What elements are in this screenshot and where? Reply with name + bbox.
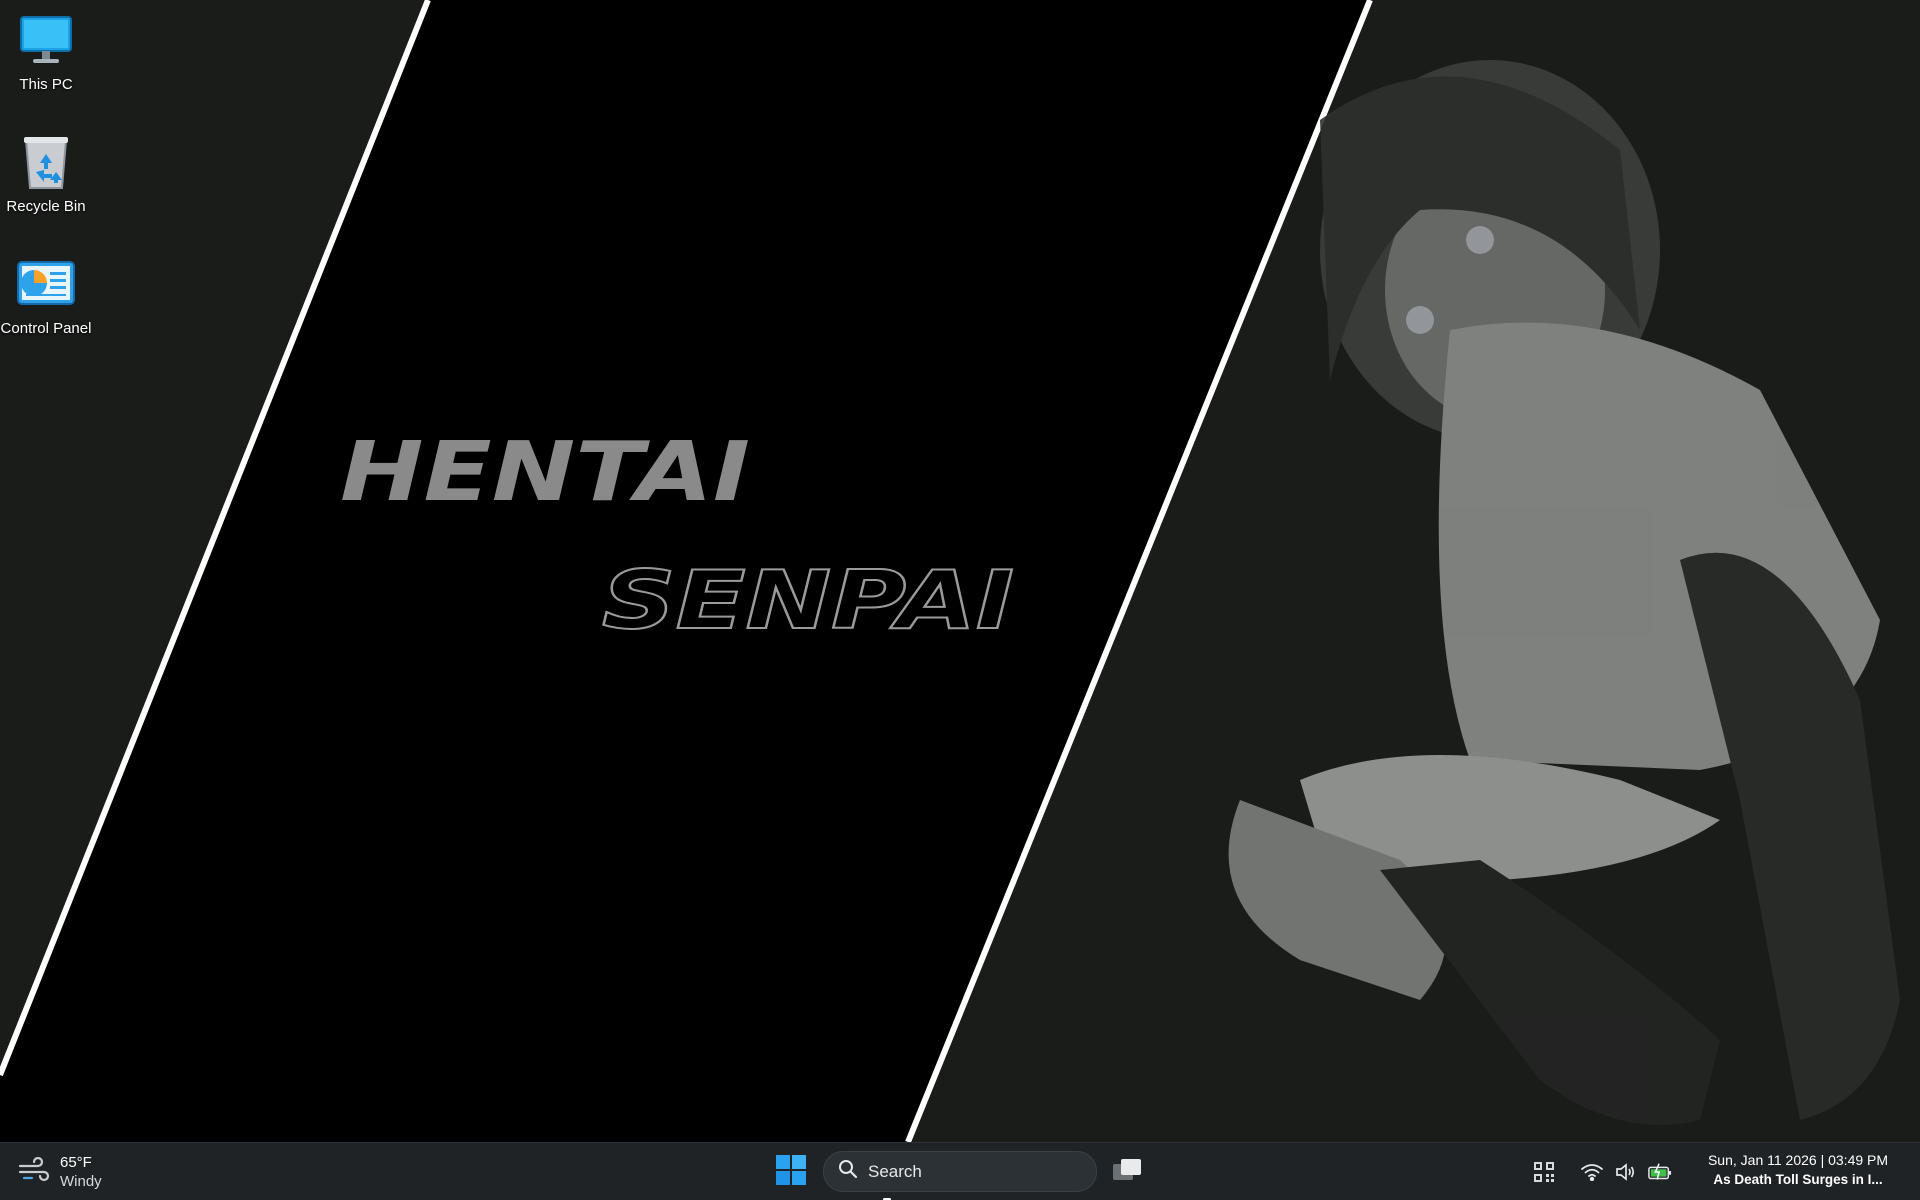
wallpaper: HENTAI SENPAI <box>0 0 1920 1200</box>
desktop-icon-label: Control Panel <box>0 320 92 337</box>
wifi-icon[interactable] <box>1580 1160 1604 1184</box>
weather-temperature: 65°F <box>60 1154 92 1171</box>
monitor-icon <box>16 10 76 70</box>
wallpaper-title-line1: HENTAI <box>340 425 750 520</box>
search-box[interactable]: Search <box>823 1151 1097 1192</box>
wallpaper-title-line2: SENPAI <box>602 554 1014 647</box>
desktop-icon-control-panel[interactable]: Control Panel <box>0 254 92 337</box>
battery-charging-icon[interactable] <box>1648 1160 1672 1184</box>
weather-widget[interactable]: 65°F Windy <box>18 1151 102 1193</box>
volume-icon[interactable] <box>1614 1160 1638 1184</box>
clock-datetime: Sun, Jan 11 2026 | 03:49 PM <box>1707 1152 1889 1168</box>
system-tray <box>1532 1153 1672 1191</box>
news-ticker: As Death Toll Surges in I... <box>1713 1172 1883 1187</box>
wind-icon <box>18 1156 50 1188</box>
search-placeholder: Search <box>868 1161 922 1181</box>
search-icon <box>838 1159 858 1184</box>
weather-condition: Windy <box>60 1173 102 1190</box>
desktop-icon-this-pc[interactable]: This PC <box>0 10 92 93</box>
desktop: HENTAI SENPAI This PC Recycle Bin Contro… <box>0 0 1920 1200</box>
task-view-button[interactable] <box>1108 1153 1146 1191</box>
qr-code-icon[interactable] <box>1532 1160 1556 1184</box>
desktop-icon-label: Recycle Bin <box>6 198 86 215</box>
desktop-icon-recycle-bin[interactable]: Recycle Bin <box>0 132 92 215</box>
windows-logo-icon <box>776 1154 806 1190</box>
clock-widget[interactable]: Sun, Jan 11 2026 | 03:49 PM As Death Tol… <box>1690 1151 1906 1193</box>
taskbar: 65°F Windy Search Sun, Jan 11 2026 | 03:… <box>0 1142 1920 1200</box>
start-button[interactable] <box>772 1153 810 1191</box>
task-view-icon <box>1111 1156 1143 1189</box>
control-panel-icon <box>16 254 76 314</box>
recycle-bin-icon <box>16 132 76 192</box>
desktop-icon-label: This PC <box>19 76 73 93</box>
